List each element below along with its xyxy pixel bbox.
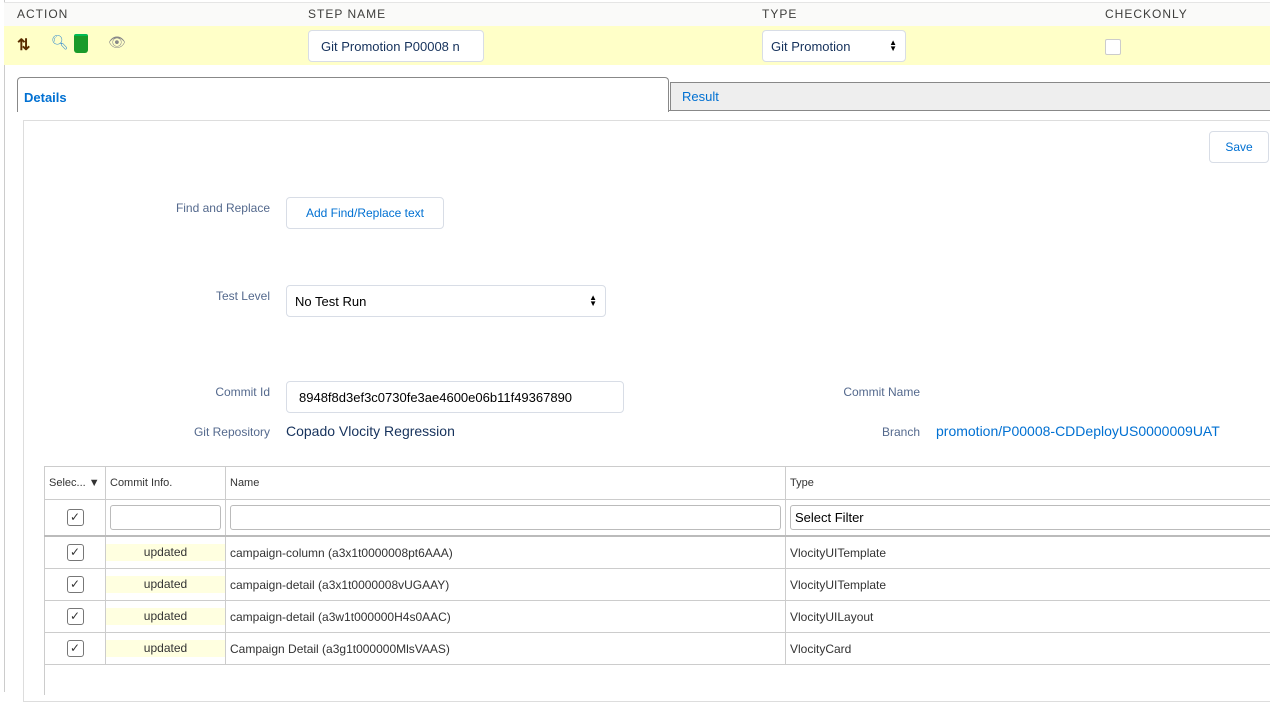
tab-result[interactable]: Result — [670, 82, 1270, 111]
header-action: ACTION — [17, 7, 68, 21]
type-cell: VlocityCard — [786, 633, 1270, 665]
test-level-value: No Test Run — [295, 294, 366, 309]
column-commit-info[interactable]: Commit Info. — [106, 467, 226, 500]
header-checkonly: CHECKONLY — [1105, 7, 1188, 21]
name-cell: Campaign Detail (a3g1t000000MlsVAAS) — [226, 633, 786, 665]
select-arrows-icon: ▲▼ — [889, 40, 897, 52]
name-cell: campaign-column (a3x1t0000008pt6AAA) — [226, 536, 786, 569]
test-level-select[interactable]: No Test Run ▲▼ — [286, 285, 606, 317]
table-row: ✓ updatedcampaign-detail (a3w1t000000H4s0… — [45, 601, 1270, 633]
row-checkbox[interactable]: ✓ — [67, 608, 84, 625]
steps-header — [4, 2, 1270, 27]
row-checkbox[interactable]: ✓ — [67, 544, 84, 561]
select-arrows-icon: ▲▼ — [589, 295, 597, 307]
commit-id-input[interactable]: 8948f8d3ef3c0730fe3ae4600e06b11f49367890 — [286, 381, 624, 413]
checkonly-checkbox[interactable] — [1105, 39, 1121, 55]
table-header: Selec... ▼ Commit Info. Name Type — [45, 467, 1270, 500]
left-border — [4, 0, 5, 692]
filter-icon[interactable]: ▼ — [89, 477, 100, 489]
table-row: ✓ updatedcampaign-column (a3x1t0000008pt6… — [45, 536, 1270, 569]
git-repository-link[interactable]: Copado Vlocity Regression — [286, 423, 455, 439]
tab-details-label: Details — [24, 90, 67, 105]
delete-icon[interactable] — [74, 34, 88, 53]
name-cell: campaign-detail (a3x1t0000008vUGAAY) — [226, 569, 786, 601]
table-row: ✓ updatedcampaign-detail (a3x1t0000008vUG… — [45, 569, 1270, 601]
filter-row: ✓ Select Filter — [45, 500, 1270, 537]
row-checkbox[interactable]: ✓ — [67, 576, 84, 593]
commit-info-cell: updated — [106, 576, 225, 593]
type-select-value: Git Promotion — [771, 39, 850, 54]
commit-info-cell: updated — [106, 544, 225, 561]
view-icon[interactable]: 👁︎ — [108, 34, 126, 51]
move-arrows-icon[interactable]: ⇅ — [17, 35, 30, 55]
tab-result-label: Result — [682, 89, 719, 104]
tab-details[interactable]: Details — [17, 77, 669, 112]
commit-name-label: Commit Name — [750, 385, 920, 399]
header-step-name: STEP NAME — [308, 7, 386, 21]
commit-info-cell: updated — [106, 640, 225, 657]
metadata-table: Selec... ▼ Commit Info. Name Type ✓ Sele… — [44, 466, 1270, 665]
name-filter[interactable] — [230, 505, 781, 530]
type-cell: VlocityUITemplate — [786, 569, 1270, 601]
save-button[interactable]: Save — [1209, 131, 1269, 163]
test-level-label: Test Level — [100, 289, 270, 303]
branch-label: Branch — [750, 425, 920, 439]
column-name[interactable]: Name — [226, 467, 786, 500]
search-icon[interactable]: 🔍︎ — [51, 34, 69, 51]
type-filter-select[interactable]: Select Filter — [790, 505, 1270, 530]
find-replace-label: Find and Replace — [100, 201, 270, 215]
step-row — [4, 26, 1270, 65]
type-cell: VlocityUITemplate — [786, 536, 1270, 569]
header-type: TYPE — [762, 7, 797, 21]
column-type[interactable]: Type — [786, 467, 1270, 500]
commit-info-cell: updated — [106, 608, 225, 625]
table-left-border — [44, 665, 45, 695]
git-repository-label: Git Repository — [100, 425, 270, 439]
commit-id-label: Commit Id — [100, 385, 270, 399]
table-row: ✓ updatedCampaign Detail (a3g1t000000MlsV… — [45, 633, 1270, 665]
name-cell: campaign-detail (a3w1t000000H4s0AAC) — [226, 601, 786, 633]
row-checkbox[interactable]: ✓ — [67, 640, 84, 657]
type-select[interactable]: Git Promotion ▲▼ — [762, 30, 906, 62]
add-find-replace-button[interactable]: Add Find/Replace text — [286, 197, 444, 229]
step-name-input[interactable]: Git Promotion P00008 n — [308, 30, 484, 62]
column-select-label: Selec... — [49, 477, 86, 489]
column-select[interactable]: Selec... ▼ — [45, 467, 106, 500]
branch-link[interactable]: promotion/P00008-CDDeployUS0000009UAT — [936, 423, 1220, 439]
select-all-checkbox[interactable]: ✓ — [67, 509, 84, 526]
commit-info-filter[interactable] — [110, 505, 221, 530]
type-cell: VlocityUILayout — [786, 601, 1270, 633]
